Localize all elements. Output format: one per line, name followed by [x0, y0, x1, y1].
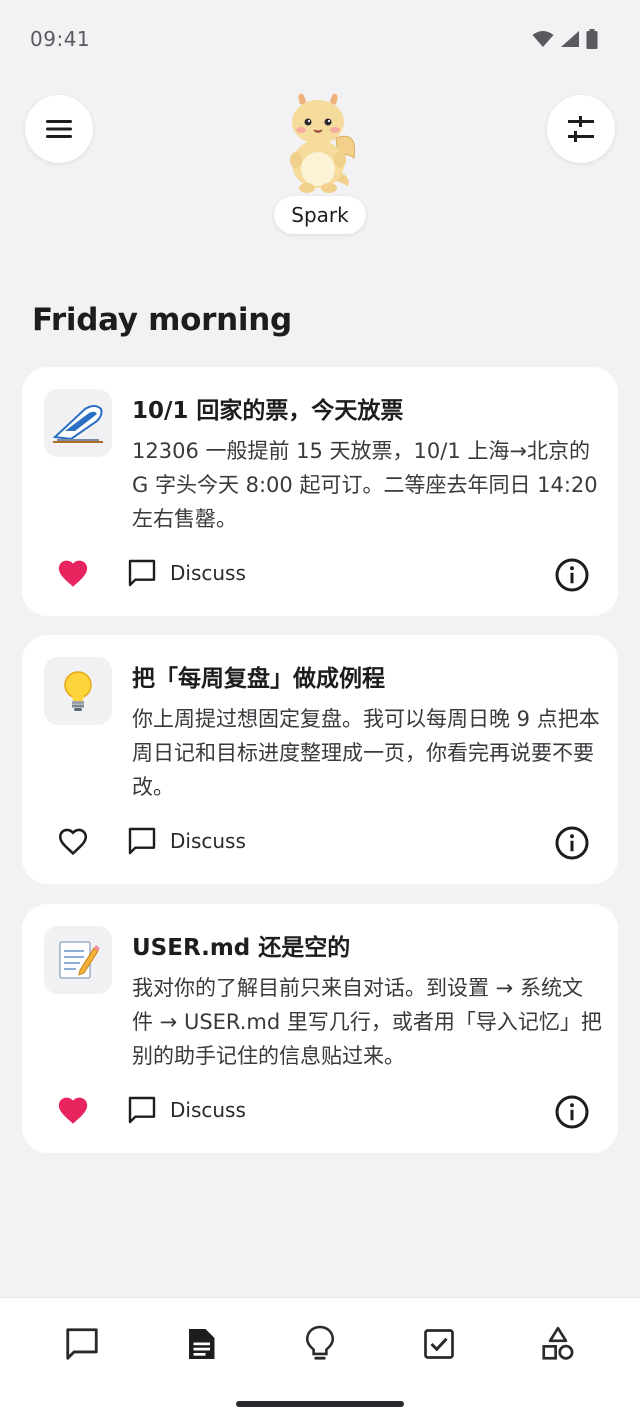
battery-icon [586, 29, 598, 49]
chat-bubble-icon [128, 827, 156, 855]
card-icon-tile [44, 926, 112, 994]
discuss-label: Discuss [170, 561, 246, 585]
signal-icon [561, 31, 579, 47]
lightbulb-icon [305, 1325, 335, 1360]
discuss-label: Discuss [170, 829, 246, 853]
card-actions: Discuss [22, 1090, 618, 1134]
status-time: 09:41 [30, 27, 91, 51]
card-body: 12306 一般提前 15 天放票，10/1 上海→北京的 G 字头今天 8:0… [132, 439, 598, 531]
info-icon[interactable] [554, 825, 590, 861]
discuss-button[interactable]: Discuss [126, 825, 246, 857]
discuss-button[interactable]: Discuss [126, 1094, 246, 1126]
heart-filled-icon[interactable] [56, 1094, 90, 1128]
greeting-heading: Friday morning [32, 302, 292, 338]
hamburger-menu-icon [46, 120, 72, 138]
memo-icon [59, 941, 100, 979]
card-actions: Discuss [22, 553, 618, 597]
sliders-icon [568, 116, 594, 142]
shapes-icon [542, 1326, 574, 1360]
card-body: 你上周提过想固定复盘。我可以每周日晚 9 点把本周日记和目标进度整理成一页，你看… [132, 707, 600, 799]
chat-bubble-icon [128, 1096, 156, 1124]
nav-more[interactable] [536, 1322, 580, 1366]
nav-feed[interactable] [179, 1322, 223, 1366]
card-icon-tile [44, 389, 112, 457]
card-title: USER.md 还是空的 [132, 935, 351, 961]
checkbox-icon [424, 1329, 454, 1359]
discuss-label: Discuss [170, 1098, 246, 1122]
heart-outline-icon[interactable] [56, 825, 90, 859]
nav-ideas[interactable] [298, 1322, 342, 1366]
train-icon [52, 405, 103, 443]
chat-bubble-icon [128, 559, 156, 587]
card-actions: Discuss [22, 821, 618, 865]
document-icon [189, 1329, 215, 1359]
menu-button[interactable] [25, 95, 93, 163]
suggestion-card[interactable]: 把「每周复盘」做成例程 你上周提过想固定复盘。我可以每周日晚 9 点把本周日记和… [22, 635, 618, 884]
status-icons [532, 29, 598, 49]
status-bar: 09:41 [0, 0, 640, 78]
mascot-name-pill[interactable]: Spark [274, 196, 366, 234]
heart-filled-icon[interactable] [56, 557, 90, 591]
mascot-dragon-avatar[interactable] [270, 86, 370, 196]
card-icon-tile [44, 657, 112, 725]
info-icon[interactable] [554, 557, 590, 593]
info-icon[interactable] [554, 1094, 590, 1130]
suggestion-card[interactable]: 10/1 回家的票，今天放票 12306 一般提前 15 天放票，10/1 上海… [22, 367, 618, 616]
suggestion-card[interactable]: USER.md 还是空的 我对你的了解目前只来自对话。到设置 → 系统文件 → … [22, 904, 618, 1153]
discuss-button[interactable]: Discuss [126, 557, 246, 589]
nav-tasks[interactable] [417, 1322, 461, 1366]
card-title: 10/1 回家的票，今天放票 [132, 398, 404, 424]
filter-button[interactable] [547, 95, 615, 163]
chat-icon [66, 1328, 98, 1360]
card-body: 我对你的了解目前只来自对话。到设置 → 系统文件 → USER.md 里写几行，… [132, 976, 602, 1068]
mascot-name-label: Spark [291, 203, 349, 227]
home-indicator[interactable] [236, 1401, 404, 1407]
card-title: 把「每周复盘」做成例程 [132, 666, 385, 692]
wifi-icon [532, 31, 554, 47]
lightbulb-icon [64, 671, 92, 711]
nav-chat[interactable] [60, 1322, 104, 1366]
